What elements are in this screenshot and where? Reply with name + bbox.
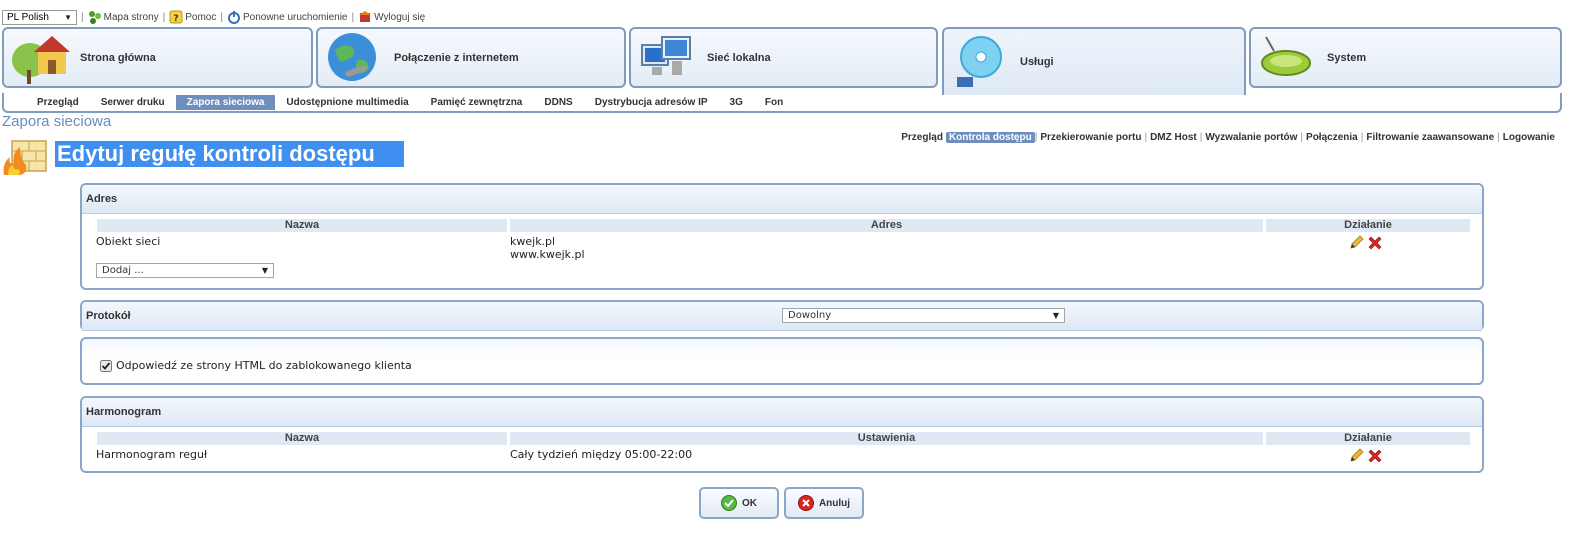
address-panel-header: Adres <box>82 185 1482 214</box>
logout-label: Wyloguj się <box>374 11 426 23</box>
link-port-triggering[interactable]: Wyzwalanie portów <box>1202 132 1300 143</box>
link-connections[interactable]: Połączenia <box>1303 132 1361 143</box>
link-overview[interactable]: Przegląd <box>898 132 946 143</box>
power-icon <box>227 11 240 24</box>
schedule-row-settings: Cały tydzień między 05:00-22:00 <box>510 448 693 461</box>
ok-label: OK <box>742 497 757 509</box>
separator: | <box>220 11 223 23</box>
tab-label: Sieć lokalna <box>707 51 771 64</box>
protocol-select[interactable]: Dowolny ▼ <box>782 308 1065 323</box>
language-select[interactable]: PL Polish ▼ <box>2 9 77 25</box>
protocol-panel: Protokół Dowolny ▼ <box>80 300 1484 331</box>
link-dmz-host[interactable]: DMZ Host <box>1147 132 1200 143</box>
firewall-submenu: Przegląd Kontrola dostępu | Przekierowan… <box>898 132 1558 143</box>
add-network-object-select[interactable]: Dodaj ... ▼ <box>96 263 274 278</box>
tab-label: Połączenie z internetem <box>394 51 519 64</box>
subnav-item-shared-media[interactable]: Udostępnione multimedia <box>275 95 419 110</box>
section-title: Zapora sieciowa <box>2 113 112 130</box>
tab-home[interactable]: Strona główna <box>2 27 313 88</box>
address-row-name: Obiekt sieci <box>96 235 161 248</box>
sitemap-icon <box>88 11 101 24</box>
cd-icon <box>948 33 1010 91</box>
tab-label: Usługi <box>1020 56 1054 68</box>
column-header-name: Nazwa <box>97 219 507 232</box>
address-row-actions <box>1349 235 1383 251</box>
address-row-value-1: kwejk.pl <box>510 235 556 248</box>
html-response-checkbox[interactable] <box>100 359 112 372</box>
help-link[interactable]: ? Pomoc <box>169 10 216 24</box>
sub-navigation: Przegląd Serwer druku Zapora sieciowa Ud… <box>2 93 1562 113</box>
subnav-item-ddns[interactable]: DDNS <box>533 95 583 110</box>
router-icon <box>1255 29 1317 87</box>
logout-link[interactable]: Wyloguj się <box>358 10 425 24</box>
page-title: Edytuj regułę kontroli dostępu <box>55 141 404 167</box>
subnav-item-overview[interactable]: Przegląd <box>26 95 90 110</box>
protocol-value: Dowolny <box>788 310 832 321</box>
help-icon: ? <box>169 10 183 24</box>
chevron-down-icon: ▼ <box>261 266 268 275</box>
link-advanced-filtering[interactable]: Filtrowanie zaawansowane <box>1363 132 1497 143</box>
protocol-label: Protokół <box>86 310 131 322</box>
column-header-action: Działanie <box>1266 219 1470 232</box>
subnav-item-ip-distribution[interactable]: Dystrybucja adresów IP <box>584 95 719 110</box>
help-label: Pomoc <box>185 11 217 23</box>
check-icon <box>721 495 737 511</box>
schedule-panel: Harmonogram Nazwa Ustawienia Działanie H… <box>80 396 1484 473</box>
add-select-value: Dodaj ... <box>102 265 144 276</box>
delete-icon[interactable] <box>1367 235 1383 251</box>
tab-lan[interactable]: Sieć lokalna <box>629 27 938 88</box>
logout-icon <box>359 11 372 22</box>
language-value: PL Polish <box>7 11 49 23</box>
svg-text:?: ? <box>174 14 179 24</box>
subnav-item-firewall[interactable]: Zapora sieciowa <box>175 94 276 110</box>
column-header-address: Adres <box>510 219 1263 232</box>
schedule-row-name: Harmonogram reguł <box>96 448 208 461</box>
chevron-down-icon: ▼ <box>1052 311 1059 320</box>
separator: | <box>81 11 84 23</box>
link-access-control[interactable]: Kontrola dostępu <box>945 132 1035 143</box>
sitemap-label: Mapa strony <box>103 11 159 23</box>
column-header-action: Działanie <box>1266 432 1470 445</box>
schedule-row-actions <box>1349 448 1383 464</box>
firewall-icon <box>3 140 47 175</box>
delete-icon[interactable] <box>1367 448 1383 464</box>
restart-label: Ponowne uruchomienie <box>242 11 348 23</box>
subnav-item-fon[interactable]: Fon <box>754 95 794 110</box>
computers-icon <box>635 29 697 87</box>
cancel-button[interactable]: Anuluj <box>784 487 864 519</box>
column-header-name: Nazwa <box>97 432 507 445</box>
restart-link[interactable]: Ponowne uruchomienie <box>227 10 348 24</box>
html-response-option: Odpowiedź ze strony HTML do zablokowaneg… <box>100 359 412 372</box>
address-table-header: Nazwa Adres Działanie <box>97 219 1473 232</box>
ok-button[interactable]: OK <box>699 487 779 519</box>
globe-icon <box>322 29 384 87</box>
tab-system[interactable]: System <box>1249 27 1562 88</box>
edit-icon[interactable] <box>1349 235 1364 250</box>
address-row-value-2: www.kwejk.pl <box>510 248 585 261</box>
schedule-table-header: Nazwa Ustawienia Działanie <box>97 432 1473 445</box>
tab-label: Strona główna <box>80 51 156 64</box>
address-panel: Adres Nazwa Adres Działanie Obiekt sieci… <box>80 183 1484 290</box>
column-header-settings: Ustawienia <box>510 432 1263 445</box>
subnav-item-3g[interactable]: 3G <box>719 95 754 110</box>
edit-icon[interactable] <box>1349 448 1364 463</box>
chevron-down-icon: ▼ <box>64 12 72 22</box>
tab-services[interactable]: Usługi <box>942 27 1246 95</box>
tab-internet[interactable]: Połączenie z internetem <box>316 27 626 88</box>
subnav-item-print-server[interactable]: Serwer druku <box>90 95 176 110</box>
sitemap-link[interactable]: Mapa strony <box>88 10 159 24</box>
house-icon <box>8 29 70 87</box>
link-logging[interactable]: Logowanie <box>1500 132 1558 143</box>
top-bar: PL Polish ▼ | Mapa strony | ? Pomoc | Po… <box>2 9 425 25</box>
link-port-forwarding[interactable]: Przekierowanie portu <box>1037 132 1144 143</box>
separator: | <box>162 11 166 23</box>
cancel-icon <box>797 495 814 511</box>
cancel-label: Anuluj <box>818 497 851 509</box>
schedule-panel-header: Harmonogram <box>82 398 1482 427</box>
separator: | <box>351 11 355 23</box>
tab-label: System <box>1327 51 1367 64</box>
html-response-label: Odpowiedź ze strony HTML do zablokowaneg… <box>116 359 412 372</box>
html-response-panel: Odpowiedź ze strony HTML do zablokowaneg… <box>80 337 1484 385</box>
subnav-item-external-storage[interactable]: Pamięć zewnętrzna <box>420 95 534 110</box>
